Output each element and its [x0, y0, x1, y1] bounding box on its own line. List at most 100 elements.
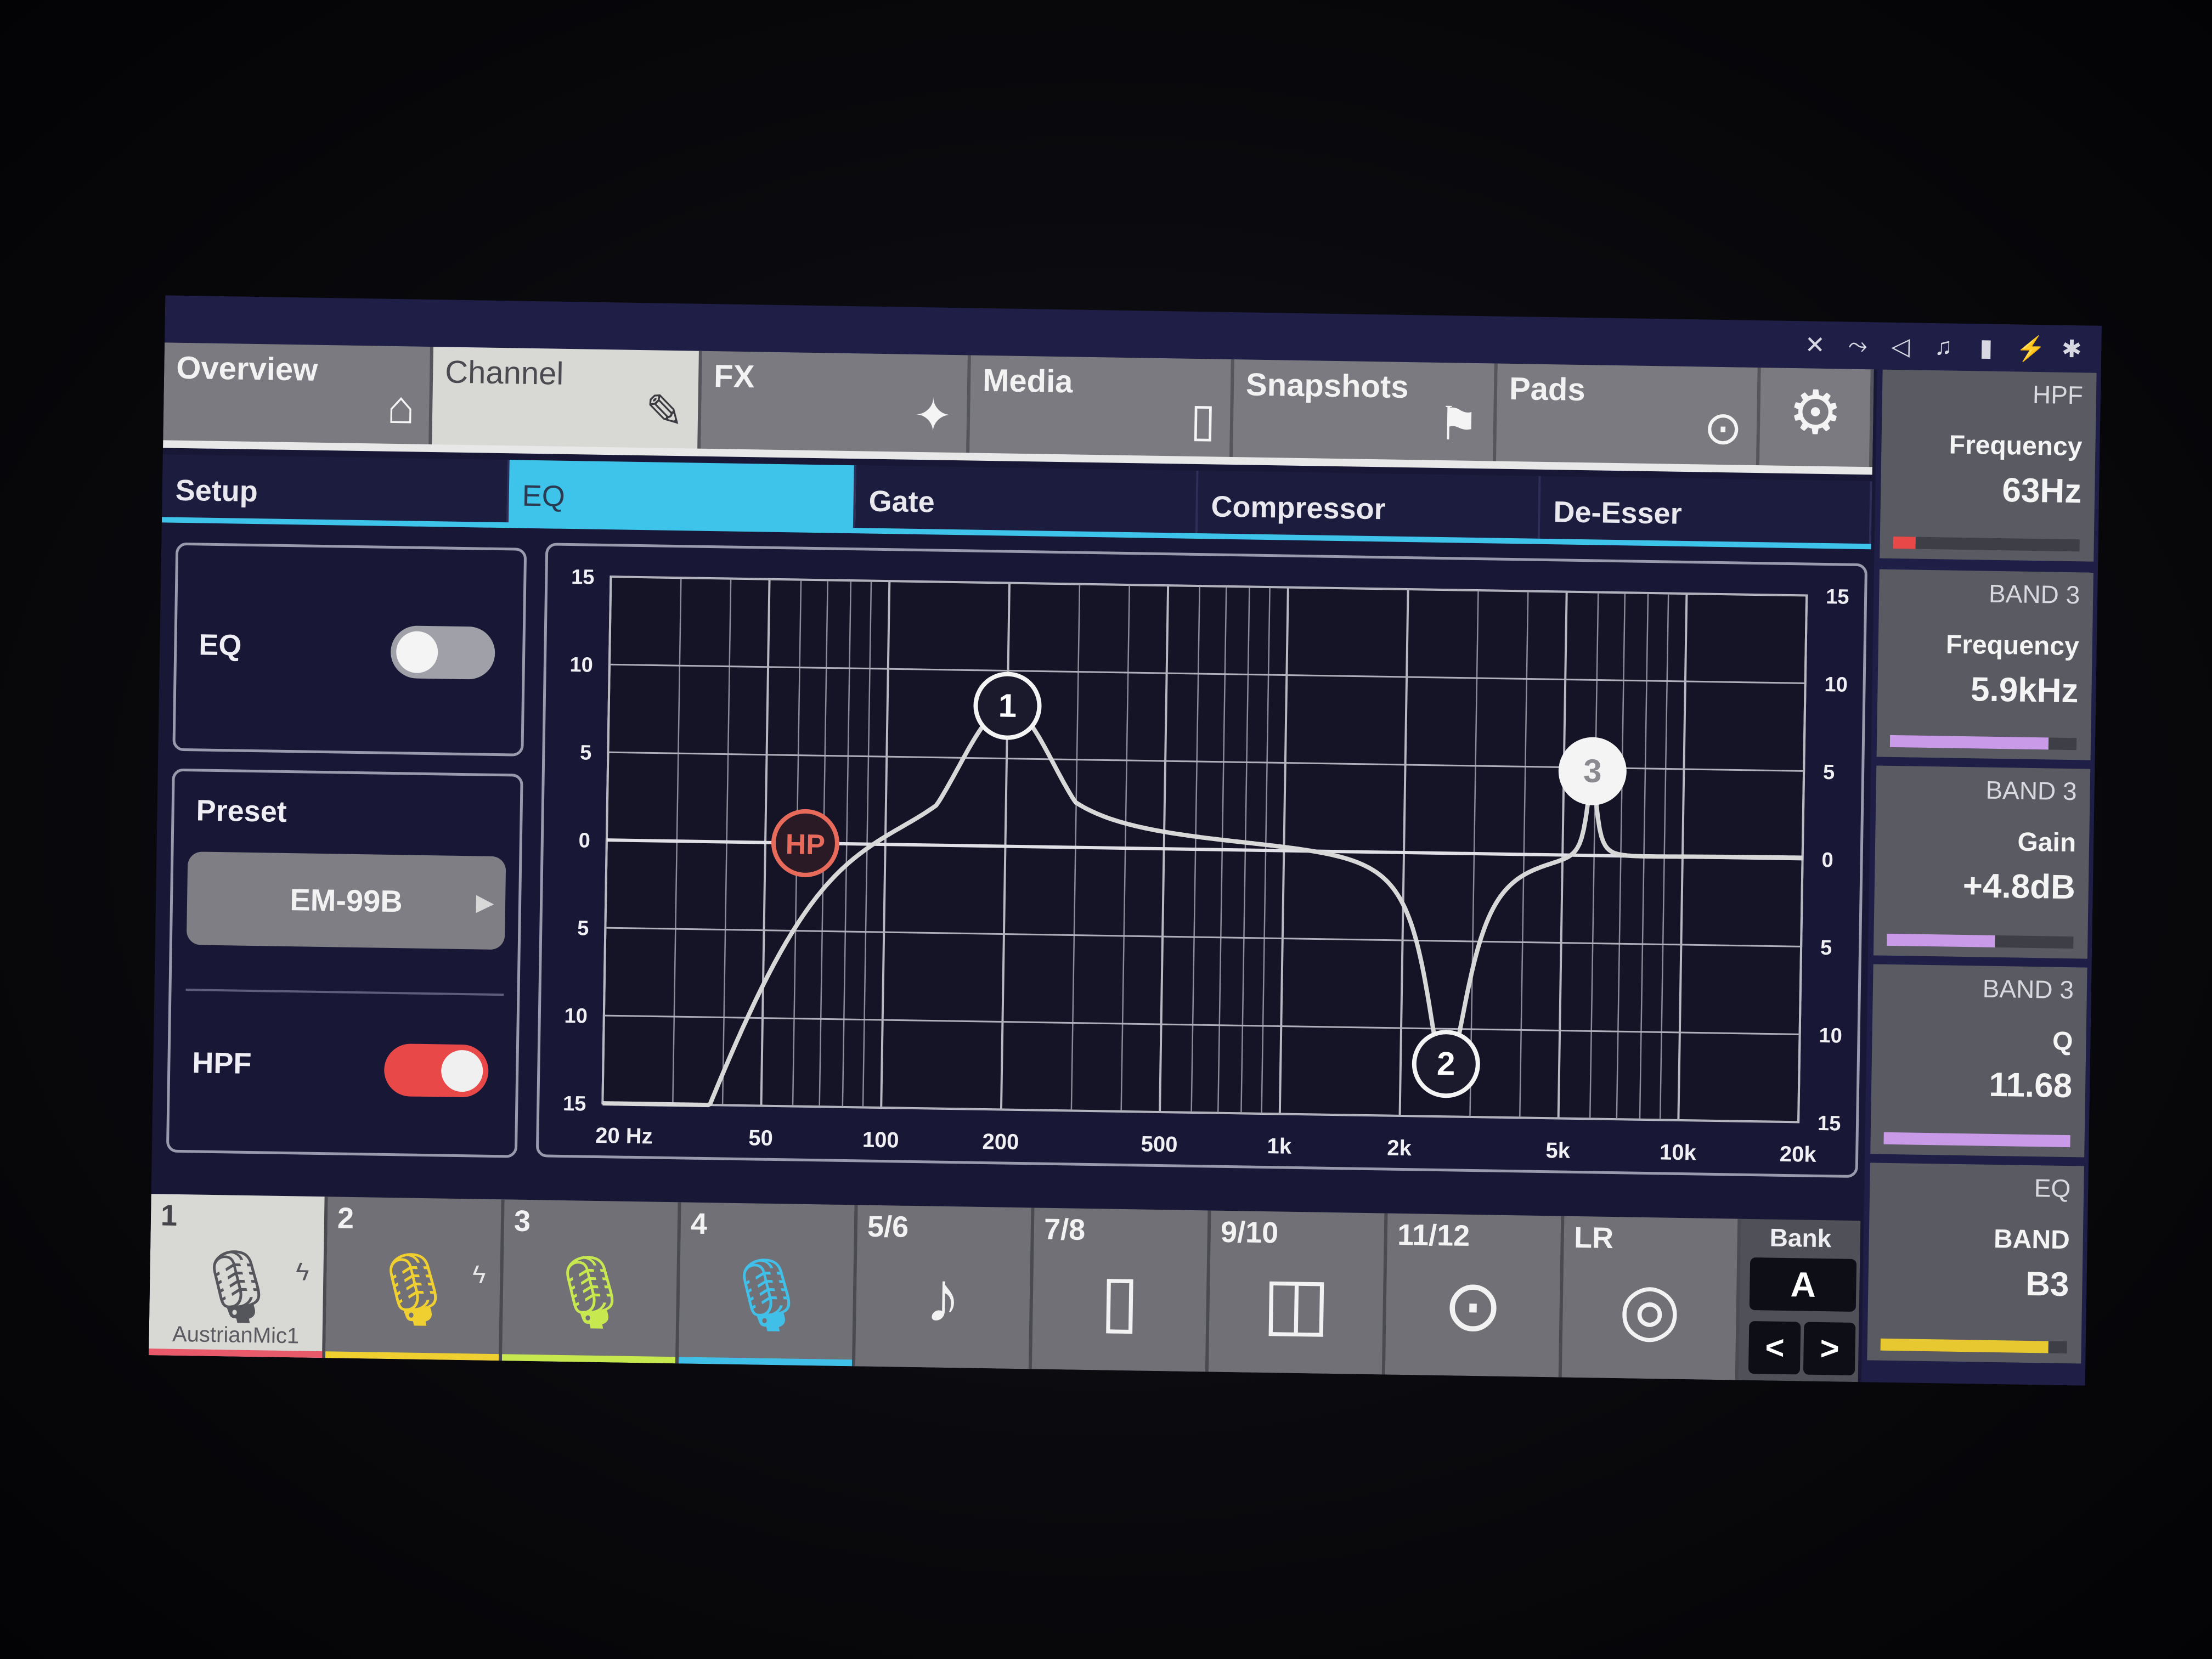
channel-number: 9/10 — [1220, 1215, 1279, 1250]
channel-2[interactable]: 2 🎙 ϟ — [325, 1197, 505, 1361]
eq-toggle[interactable] — [390, 625, 495, 680]
status-icon: ▮ — [1979, 334, 1993, 362]
subtab-eq[interactable]: EQ — [508, 460, 856, 531]
pads-icon: ⊙ — [1442, 1265, 1504, 1346]
microphone-icon: 🎙 — [544, 1251, 636, 1333]
tab-channel[interactable]: Channel ✎ — [432, 347, 702, 450]
param-level-bar — [1883, 1132, 2070, 1148]
tab-pads[interactable]: Pads ⊙ — [1496, 363, 1761, 467]
eq-graph[interactable]: 151510105500551010151520 Hz 50 100 200 500 1k… — [536, 543, 1867, 1178]
param-name: Q — [2052, 1026, 2073, 1057]
y-tick-label-right: 5 — [1823, 761, 1835, 784]
channel-number: 5/6 — [867, 1210, 909, 1244]
param-name: Frequency — [1949, 430, 2083, 462]
cast-icon: ◫ — [1262, 1262, 1331, 1344]
eq-node-label: HP — [785, 828, 825, 861]
status-icon: ⚡ — [2015, 335, 2046, 363]
toggle-knob — [396, 631, 438, 674]
x-tick-label: 20k — [1779, 1142, 1816, 1167]
tab-label: Channel — [444, 354, 564, 392]
channel-5-6[interactable]: 5/6 ♪ — [855, 1205, 1035, 1369]
pencil-icon: ✎ — [645, 385, 684, 438]
param-box[interactable]: HPF Frequency 63Hz — [1880, 369, 2097, 562]
param-level-bar — [1880, 1338, 2067, 1354]
bookmark-icon: ⚑ — [1437, 397, 1480, 450]
channel-number: 11/12 — [1397, 1218, 1470, 1252]
phantom-power-icon: ϟ — [295, 1257, 309, 1286]
param-name: Frequency — [1945, 630, 2080, 662]
x-tick-label: 1k — [1267, 1134, 1292, 1159]
channel-number: LR — [1573, 1221, 1614, 1255]
tab-fx[interactable]: FX ✦ — [701, 351, 971, 454]
x-tick-label: 200 — [982, 1130, 1019, 1154]
param-group: BAND 3 — [1982, 974, 2074, 1005]
param-box[interactable]: EQ BAND B3 — [1867, 1163, 2084, 1364]
tab-snapshots[interactable]: Snapshots ⚑ — [1232, 359, 1498, 462]
y-tick-label-left: 0 — [578, 829, 590, 852]
preset-select-button[interactable]: EM-99B ▶ — [186, 851, 506, 950]
hpf-toggle[interactable] — [383, 1043, 489, 1098]
phone-icon: ▯ — [1099, 1260, 1141, 1341]
param-level-fill — [1887, 933, 1995, 947]
param-level-bar — [1887, 933, 2074, 949]
param-box[interactable]: BAND 3 Q 11.68 — [1870, 964, 2087, 1158]
y-tick-label-left: 5 — [580, 741, 592, 764]
subtab-label: Gate — [868, 484, 935, 519]
y-tick-label-left: 10 — [564, 1005, 588, 1028]
param-level-fill — [1880, 1338, 2049, 1353]
param-box[interactable]: BAND 3 Gain +4.8dB — [1873, 765, 2091, 959]
x-tick-label: 5k — [1545, 1138, 1571, 1163]
y-tick-label-right: 0 — [1821, 849, 1833, 872]
channel-1[interactable]: 1 🎙 ϟ AustrianMic1 — [149, 1194, 328, 1358]
channel-number: 2 — [337, 1201, 354, 1235]
status-icon: ✱ — [2061, 335, 2083, 363]
param-level-fill — [1889, 735, 2049, 750]
channel-11-12[interactable]: 11/12 ⊙ — [1385, 1213, 1565, 1378]
bank-prev-button[interactable]: < — [1748, 1321, 1801, 1375]
param-name: Gain — [2017, 827, 2076, 858]
param-level-fill — [1883, 1132, 2070, 1148]
y-tick-label-right: 10 — [1819, 1024, 1842, 1048]
toggle-knob — [441, 1049, 483, 1092]
x-tick-label: 2k — [1387, 1136, 1412, 1161]
subtab-label: Compressor — [1211, 490, 1386, 526]
preset-label: Preset — [196, 794, 287, 828]
eq-node-label: 2 — [1437, 1045, 1455, 1082]
channel-9-10[interactable]: 9/10 ◫ — [1209, 1210, 1388, 1375]
subtab-label: EQ — [522, 479, 566, 513]
bank-next-button[interactable]: > — [1803, 1322, 1856, 1376]
subtab-compressor[interactable]: Compressor — [1197, 471, 1541, 541]
eq-enable-panel: EQ — [172, 542, 527, 757]
channel-lr[interactable]: LR ◎ — [1562, 1216, 1741, 1380]
tab-overview[interactable]: Overview ⌂ — [163, 342, 433, 446]
param-group: EQ — [2034, 1173, 2071, 1203]
param-box[interactable]: BAND 3 Frequency 5.9kHz — [1876, 569, 2094, 760]
bank-selector: Bank A < > — [1739, 1218, 1861, 1383]
channel-number: 3 — [514, 1204, 531, 1238]
subtab-setup[interactable]: Setup — [161, 454, 510, 525]
subtab-de-esser[interactable]: De-Esser — [1539, 476, 1872, 546]
param-value: 5.9kHz — [1970, 670, 2079, 710]
param-name: BAND — [1993, 1224, 2070, 1255]
home-icon: ⌂ — [386, 381, 415, 433]
subtab-label: De-Esser — [1553, 495, 1683, 531]
channel-3[interactable]: 3 🎙 — [502, 1199, 681, 1364]
x-tick-label: 500 — [1141, 1132, 1177, 1157]
channel-name: AustrianMic1 — [172, 1322, 300, 1348]
status-icon: ✕ — [1804, 331, 1826, 359]
x-tick-label: 100 — [862, 1128, 899, 1153]
parameter-panel: HPF Frequency 63Hz BAND 3 Frequency 5.9kHz BAN… — [1861, 369, 2101, 1386]
tab-media[interactable]: Media ▯ — [969, 355, 1234, 458]
subtab-gate[interactable]: Gate — [855, 465, 1199, 536]
param-group: HPF — [2032, 380, 2084, 410]
sd-card-icon: ▯ — [1190, 393, 1216, 446]
hpf-label: HPF — [191, 1046, 252, 1081]
channel-4[interactable]: 4 🎙 — [679, 1202, 858, 1367]
channel-7-8[interactable]: 7/8 ▯ — [1032, 1207, 1211, 1372]
tab-label: Snapshots — [1245, 366, 1409, 405]
y-tick-label-right: 15 — [1826, 585, 1849, 609]
bank-value-button[interactable]: A — [1750, 1257, 1857, 1312]
x-tick-label: 20 Hz — [595, 1124, 653, 1149]
status-icons: ✕ ⤳ ◁ ♫ ▮ ⚡ ✱ — [1802, 331, 2085, 364]
tab-settings[interactable]: ⚙ — [1759, 368, 1874, 469]
